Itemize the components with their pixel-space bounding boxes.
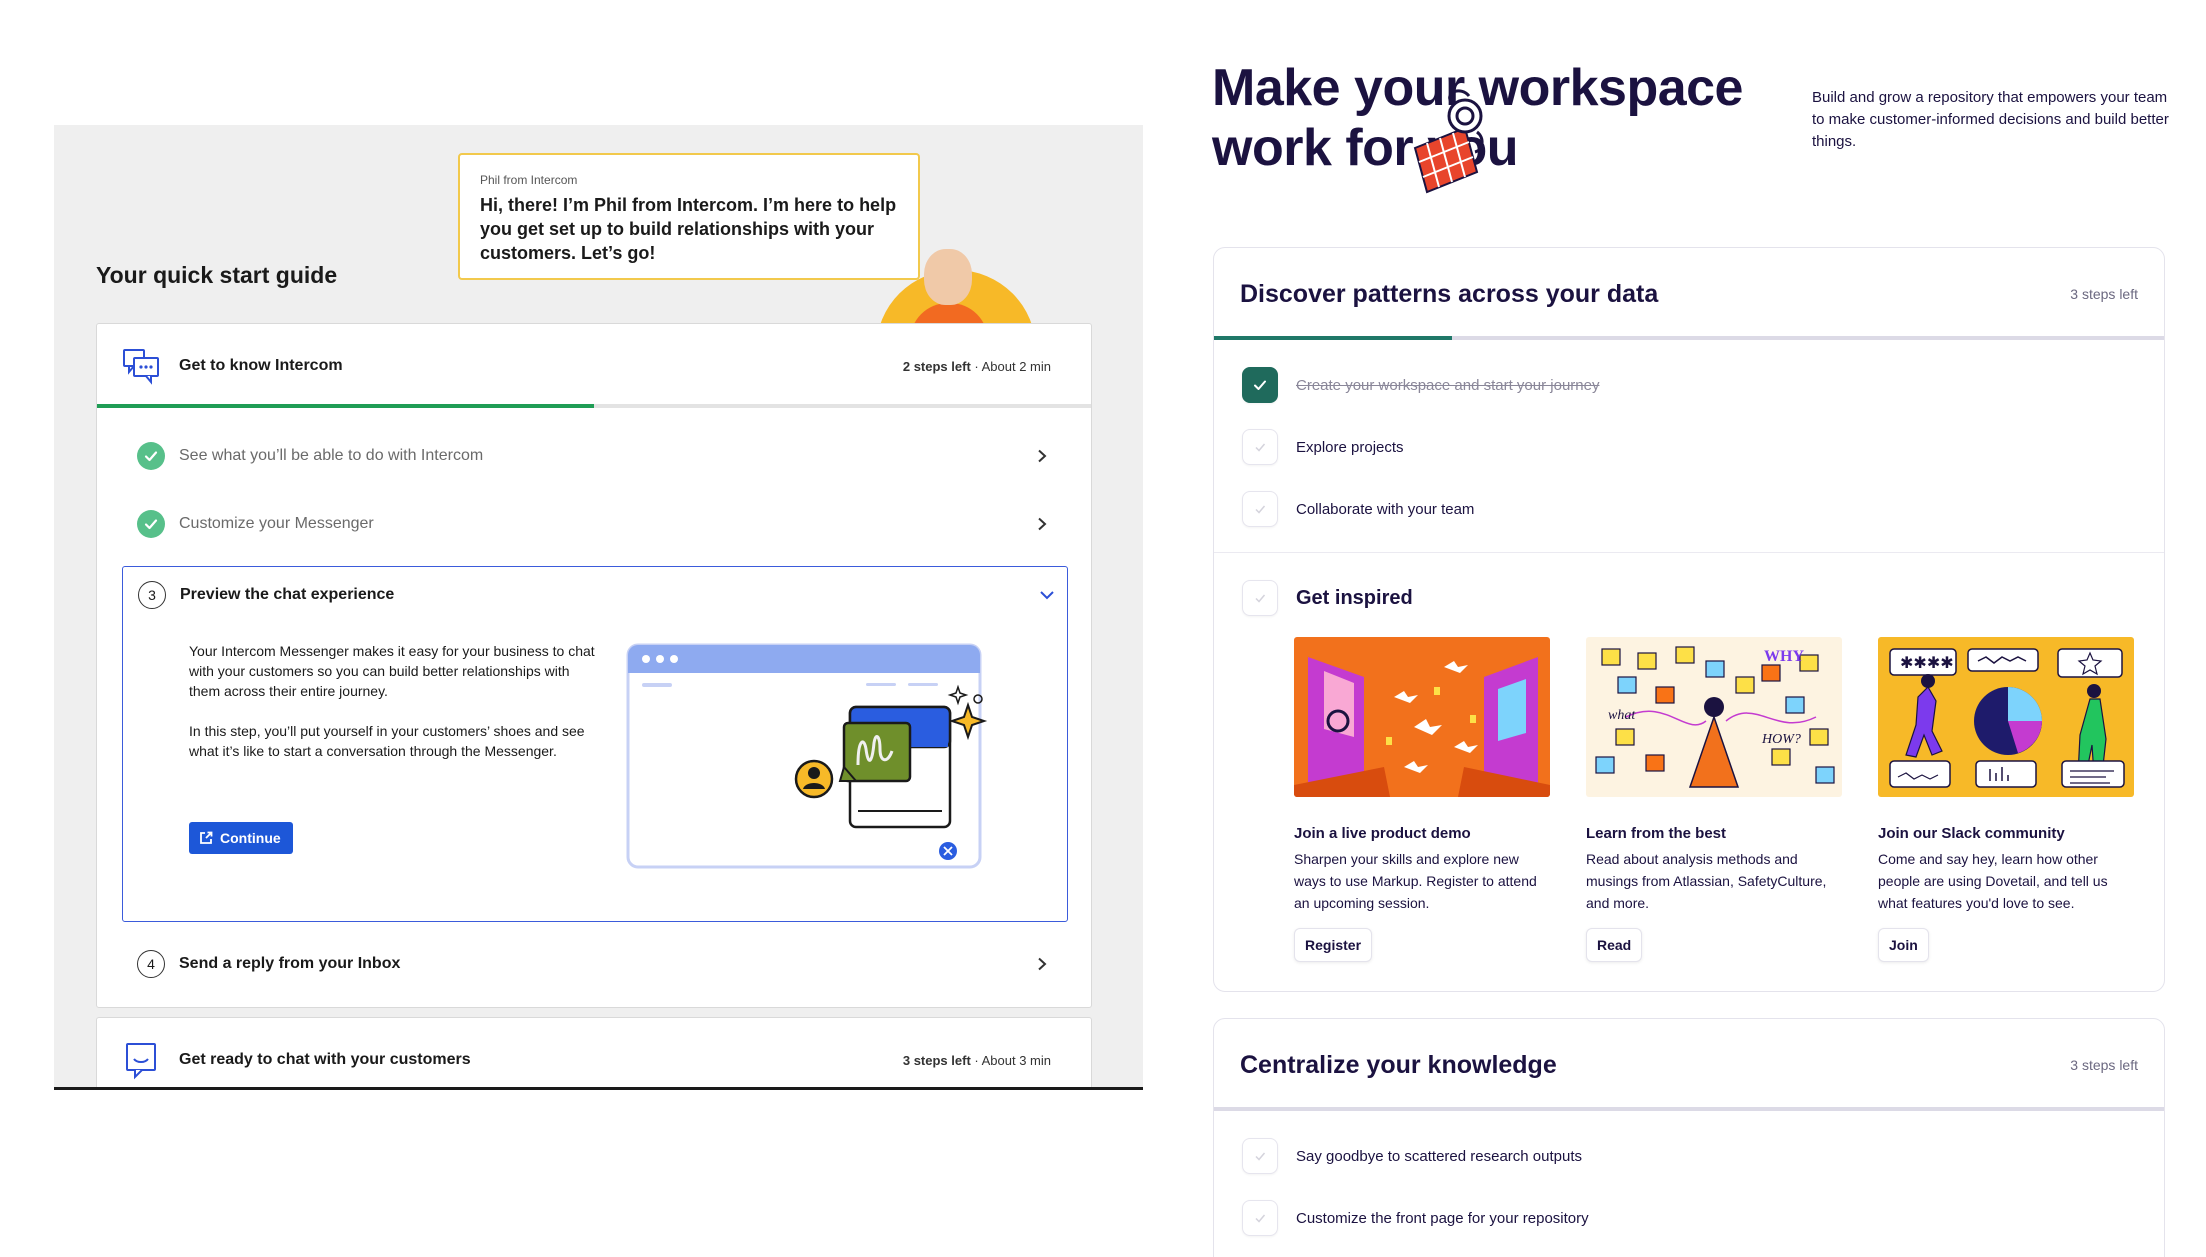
join-button[interactable]: Join (1878, 928, 1929, 962)
step-number: 4 (137, 950, 165, 978)
inspiration-tiles: Join a live product demo Sharpen your sk… (1294, 637, 2134, 962)
card-title: Centralize your knowledge (1240, 1050, 1557, 1079)
tile-description: Sharpen your skills and explore new ways… (1294, 851, 1537, 911)
tile-product-demo: Join a live product demo Sharpen your sk… (1294, 637, 1550, 962)
svg-text:✱✱✱✱: ✱✱✱✱ (1900, 653, 1954, 672)
task-item[interactable]: Create your workspace and start your jou… (1214, 354, 2164, 416)
card-progress-bar (1214, 1107, 2164, 1111)
greeting-bubble: Phil from Intercom Hi, there! I’m Phil f… (458, 153, 920, 280)
tile-description: Read about analysis methods and musings … (1586, 851, 1827, 911)
task-item[interactable]: Collaborate with your team (1214, 478, 2164, 540)
community-illustration: ✱✱✱✱ (1878, 637, 2134, 797)
step-item[interactable]: See what you’ll be able to do with Inter… (97, 422, 1091, 490)
chevron-right-icon (1035, 449, 1049, 463)
section-header[interactable]: Get ready to chat with your customers 3 … (97, 1018, 1091, 1087)
tile-learn: WHY what HOW? Learn from the best Read a… (1586, 637, 1842, 962)
checkbox-checked[interactable] (1242, 367, 1278, 403)
card-header[interactable]: Centralize your knowledge 3 steps left (1214, 1019, 2164, 1111)
steps-left: 3 steps left (2070, 1057, 2138, 1073)
task-item[interactable]: Explore projects (1214, 416, 2164, 478)
continue-label: Continue (220, 830, 281, 846)
step-number: 3 (138, 581, 166, 609)
tile-title: Join our Slack community (1878, 825, 2065, 842)
chat-bubbles-icon (121, 346, 161, 386)
chevron-right-icon (1035, 517, 1049, 531)
tile-title: Join a live product demo (1294, 825, 1471, 842)
bubble-sender: Phil from Intercom (480, 173, 578, 187)
section-card-get-to-know: Get to know Intercom 2 steps left · Abou… (96, 323, 1092, 1008)
read-button[interactable]: Read (1586, 928, 1643, 962)
card-progress-bar (1214, 336, 2164, 340)
chevron-down-icon[interactable] (1039, 588, 1054, 602)
continue-button[interactable]: Continue (189, 822, 293, 854)
step-label: Customize your Messenger (179, 515, 374, 532)
section-progress-bar (97, 404, 1091, 408)
page-title: Your quick start guide (96, 262, 338, 288)
section-meta: 3 steps left · About 3 min (902, 1052, 1051, 1068)
card-header[interactable]: Discover patterns across your data 3 ste… (1214, 248, 2164, 340)
section-meta: 2 steps left · About 2 min (902, 358, 1051, 374)
checkmark-icon (137, 442, 165, 470)
card-title: Discover patterns across your data (1240, 279, 1659, 308)
step-description: Your Intercom Messenger makes it easy fo… (189, 643, 595, 759)
checkbox-unchecked[interactable] (1242, 429, 1278, 465)
explorer-illustration (1395, 88, 1505, 198)
register-button[interactable]: Register (1294, 928, 1373, 962)
tile-slack-community: ✱✱✱✱ Join our Slack community Come and s… (1878, 637, 2134, 962)
bubble-message: Hi, there! I’m Phil from Intercom. I’m h… (480, 195, 897, 263)
step-label: Send a reply from your Inbox (179, 955, 401, 972)
step-label: See what you’ll be able to do with Inter… (179, 447, 484, 464)
external-link-icon (199, 831, 213, 845)
tile-title: Learn from the best (1586, 825, 1727, 842)
checkbox-unchecked[interactable] (1242, 1200, 1278, 1236)
word-why: WHY (1764, 648, 1804, 665)
task-item-inspired[interactable]: Get inspired (1214, 567, 2164, 629)
step-header[interactable]: 3 Preview the chat experience (123, 567, 1067, 623)
messenger-illustration (618, 639, 1018, 879)
task-label: Customize the front page for your reposi… (1296, 1209, 1589, 1227)
step-label: Preview the chat experience (180, 586, 395, 603)
word-how: HOW? (1761, 732, 1801, 747)
divider (1214, 552, 2164, 553)
task-label: Say goodbye to scattered research output… (1296, 1147, 1583, 1165)
task-item[interactable]: Say goodbye to scattered research output… (1214, 1125, 2164, 1187)
inspired-heading: Get inspired (1296, 586, 1413, 609)
task-label: Collaborate with your team (1296, 500, 1475, 518)
step-item-expanded: 3 Preview the chat experience Your Inter… (122, 566, 1068, 922)
section-card-get-ready: Get ready to chat with your customers 3 … (96, 1017, 1092, 1087)
section-title: Get to know Intercom (179, 357, 343, 374)
tile-description: Come and say hey, learn how other people… (1878, 851, 2108, 911)
word-what: what (1608, 708, 1636, 723)
steps-left: 3 steps left (2070, 286, 2138, 302)
chevron-right-icon (1035, 957, 1049, 971)
checklist-card-centralize: Centralize your knowledge 3 steps left S… (1213, 1018, 2165, 1257)
checkbox-unchecked[interactable] (1242, 491, 1278, 527)
checkbox-unchecked[interactable] (1242, 580, 1278, 616)
section-header[interactable]: Get to know Intercom 2 steps left · Abou… (97, 324, 1091, 408)
checklist-card-discover: Discover patterns across your data 3 ste… (1213, 247, 2165, 992)
checkbox-unchecked[interactable] (1242, 1138, 1278, 1174)
chat-smile-icon (121, 1040, 161, 1080)
demo-illustration (1294, 637, 1550, 797)
step-item[interactable]: Customize your Messenger (97, 490, 1091, 558)
hero-subtitle: Build and grow a repository that empower… (1812, 89, 2169, 150)
task-item[interactable]: Customize the front page for your reposi… (1214, 1187, 2164, 1249)
learn-illustration: WHY what HOW? (1586, 637, 1842, 797)
step-item[interactable]: 4 Send a reply from your Inbox (97, 930, 1091, 998)
section-title: Get ready to chat with your customers (179, 1051, 471, 1068)
intercom-panel: Phil from Intercom Hi, there! I’m Phil f… (54, 125, 1143, 1090)
task-label: Create your workspace and start your jou… (1296, 376, 1600, 394)
task-label: Explore projects (1296, 438, 1404, 456)
checkmark-icon (137, 510, 165, 538)
